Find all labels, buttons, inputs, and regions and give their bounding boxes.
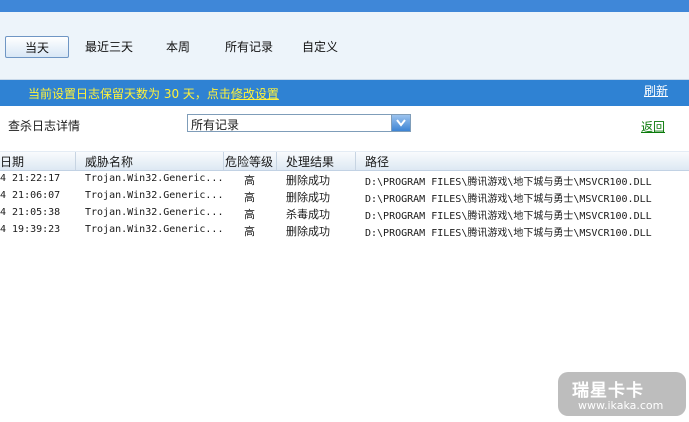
- cell-threat-name: Trojan.Win32.Generic...: [85, 190, 224, 201]
- cell-threat-name: Trojan.Win32.Generic...: [85, 173, 224, 184]
- cell-date: 4 21:22:17: [0, 173, 61, 184]
- cell-risk-level: 高: [244, 174, 255, 187]
- cell-date: 4 21:05:38: [0, 207, 61, 218]
- watermark-url: www.ikaka.com: [578, 399, 664, 412]
- cell-risk-level: 高: [244, 191, 255, 204]
- table-row[interactable]: 4 21:22:17 Trojan.Win32.Generic... 高 删除成…: [0, 171, 689, 188]
- cell-result: 删除成功: [286, 191, 330, 204]
- record-filter-select[interactable]: 所有记录: [187, 114, 411, 132]
- table-header: 日期 威胁名称 危险等级 处理结果 路径: [0, 151, 689, 171]
- column-path[interactable]: 路径: [365, 153, 389, 170]
- search-row: 查杀日志详情 所有记录 返回: [0, 108, 689, 144]
- select-value: 所有记录: [191, 118, 240, 132]
- column-risk-level[interactable]: 危险等级: [225, 153, 273, 170]
- cell-result: 杀毒成功: [286, 208, 330, 221]
- tab-this-week[interactable]: 本周: [166, 36, 190, 58]
- tab-today[interactable]: 当天: [5, 36, 69, 58]
- table-row[interactable]: 4 19:39:23 Trojan.Win32.Generic... 高 删除成…: [0, 222, 689, 239]
- log-detail-label: 查杀日志详情: [8, 119, 81, 133]
- cell-date: 4 19:39:23: [0, 224, 61, 235]
- table-row[interactable]: 4 21:06:07 Trojan.Win32.Generic... 高 删除成…: [0, 188, 689, 205]
- cell-risk-level: 高: [244, 208, 255, 221]
- cell-path: D:\PROGRAM FILES\腾讯游戏\地下城与勇士\MSVCR100.DL…: [365, 194, 652, 205]
- cell-path: D:\PROGRAM FILES\腾讯游戏\地下城与勇士\MSVCR100.DL…: [365, 228, 652, 239]
- cell-threat-name: Trojan.Win32.Generic...: [85, 224, 224, 235]
- cell-threat-name: Trojan.Win32.Generic...: [85, 207, 224, 218]
- watermark-logo: 瑞星卡卡: [572, 381, 644, 401]
- cell-path: D:\PROGRAM FILES\腾讯游戏\地下城与勇士\MSVCR100.DL…: [365, 211, 652, 222]
- column-threat-name[interactable]: 威胁名称: [85, 153, 133, 170]
- cell-result: 删除成功: [286, 174, 330, 187]
- refresh-link[interactable]: 刷新: [644, 82, 668, 99]
- retention-text: 当前设置日志保留天数为 30 天，点击: [28, 87, 231, 101]
- info-bar: 当前设置日志保留天数为 30 天，点击修改设置 刷新: [0, 80, 689, 106]
- column-divider[interactable]: [223, 152, 224, 170]
- cell-date: 4 21:06:07: [0, 190, 61, 201]
- cell-result: 删除成功: [286, 225, 330, 238]
- chevron-down-icon[interactable]: [391, 115, 410, 131]
- table-row[interactable]: 4 21:05:38 Trojan.Win32.Generic... 高 杀毒成…: [0, 205, 689, 222]
- cell-risk-level: 高: [244, 225, 255, 238]
- cell-path: D:\PROGRAM FILES\腾讯游戏\地下城与勇士\MSVCR100.DL…: [365, 177, 652, 188]
- column-result[interactable]: 处理结果: [286, 153, 334, 170]
- column-divider[interactable]: [355, 152, 356, 170]
- back-link[interactable]: 返回: [641, 118, 665, 135]
- column-date[interactable]: 日期: [0, 153, 24, 170]
- filter-bar: 当天 最近三天 本周 所有记录 自定义: [0, 12, 689, 80]
- retention-info: 当前设置日志保留天数为 30 天，点击修改设置: [28, 85, 279, 102]
- tab-custom[interactable]: 自定义: [302, 36, 338, 58]
- modify-settings-link[interactable]: 修改设置: [231, 87, 279, 101]
- top-strip: [0, 0, 689, 12]
- column-divider[interactable]: [276, 152, 277, 170]
- tab-last-three-days[interactable]: 最近三天: [85, 36, 133, 58]
- rising-ikaka-watermark: 瑞星卡卡 www.ikaka.com: [558, 372, 686, 416]
- column-divider[interactable]: [75, 152, 76, 170]
- tab-all-records[interactable]: 所有记录: [225, 36, 273, 58]
